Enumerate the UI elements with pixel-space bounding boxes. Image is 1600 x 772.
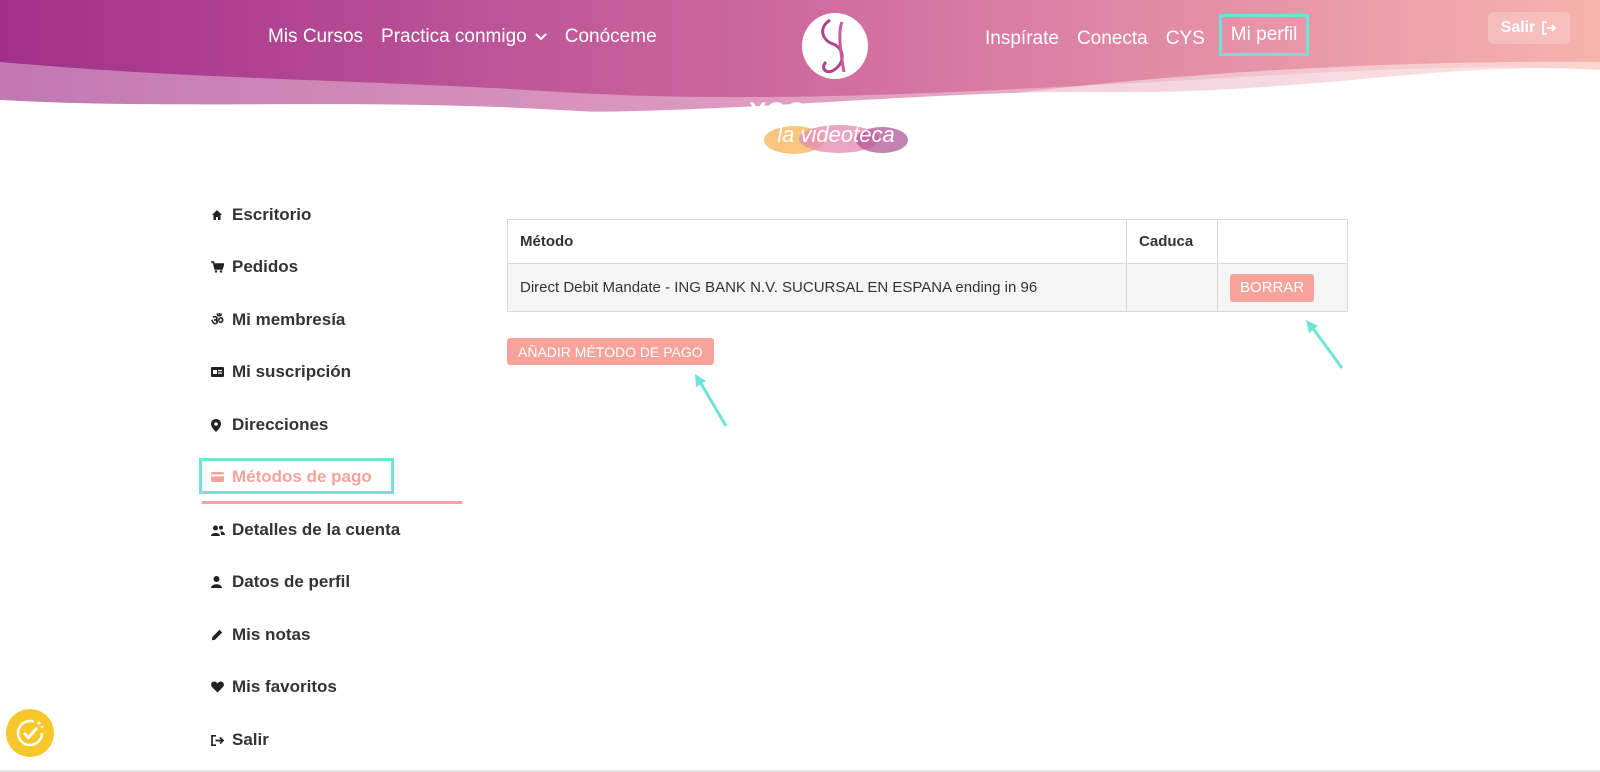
logo-mark-icon [802, 13, 868, 79]
user-icon [206, 576, 232, 588]
logo-subtitle: la videoteca [764, 122, 908, 156]
sidebar-item-mis-notas[interactable]: Mis notas [206, 620, 310, 650]
accessibility-widget-button[interactable] [6, 709, 54, 757]
nav-label: CYS [1165, 28, 1205, 49]
sidebar-item-detalles-de-la-cuenta[interactable]: Detalles de la cuenta [206, 515, 400, 545]
nav-inspirate[interactable]: Inspírate [976, 22, 1068, 56]
cart-icon [206, 261, 232, 273]
nav-conoceme[interactable]: Conóceme [556, 22, 666, 52]
nav-label: Conecta [1076, 28, 1148, 49]
id-card-icon [206, 367, 232, 377]
sidebar-item-mi-suscripcion[interactable]: Mi suscripción [206, 357, 351, 387]
sidebar-item-salir[interactable]: Salir [206, 725, 269, 755]
sidebar-item-mis-favoritos[interactable]: Mis favoritos [206, 672, 337, 702]
payment-method-cell: Direct Debit Mandate - ING BANK N.V. SUC… [506, 263, 1128, 312]
sidebar-item-label: Direcciones [232, 415, 329, 434]
nav-label: Mis Cursos [268, 26, 364, 47]
main-nav-left: Mis Cursos Practica conmigo Conóceme [262, 22, 666, 52]
home-icon [206, 209, 232, 221]
sidebar-item-pedidos[interactable]: Pedidos [206, 252, 298, 282]
sidebar-item-label: Métodos de pago [232, 467, 372, 486]
nav-mi-perfil[interactable]: Mi perfil [1218, 14, 1310, 56]
column-header-metodo: Método [506, 219, 1128, 264]
sidebar-item-datos-de-perfil[interactable]: Datos de perfil [206, 567, 350, 597]
map-pin-icon [206, 418, 232, 432]
sidebar-item-label: Mi suscripción [232, 362, 352, 381]
column-header-caduca: Caduca [1126, 219, 1219, 264]
sidebar-item-escritorio[interactable]: Escritorio [206, 200, 311, 230]
heart-icon [206, 681, 232, 693]
column-header-actions [1217, 219, 1348, 264]
sidebar-item-label: Mis favoritos [232, 677, 337, 696]
nav-conecta[interactable]: Conecta [1068, 22, 1157, 56]
checkmark-clock-icon [16, 719, 44, 747]
sidebar-item-label: Pedidos [232, 257, 299, 276]
nav-practica-conmigo[interactable]: Practica conmigo [372, 22, 556, 52]
header-logout-button[interactable]: Salir [1488, 12, 1570, 44]
site-header: Mis Cursos Practica conmigo Conóceme YOG… [0, 0, 1600, 160]
chevron-down-icon [535, 33, 547, 41]
sidebar-item-label: Detalles de la cuenta [232, 520, 401, 539]
sign-out-icon [206, 734, 232, 746]
yoga-salud-logo[interactable]: YOGA·SALUD la videoteca [748, 10, 924, 155]
delete-payment-method-button[interactable]: BORRAR [1230, 273, 1315, 302]
nav-label: Practica conmigo [381, 26, 527, 47]
table-row: Direct Debit Mandate - ING BANK N.V. SUC… [506, 263, 1348, 312]
active-item-underline [202, 501, 462, 504]
annotation-arrow-icon [695, 374, 728, 427]
logo-subtitle-text: la videoteca [777, 122, 895, 147]
credit-card-icon [206, 472, 232, 482]
sign-out-icon [1542, 21, 1557, 35]
nav-label: Conóceme [564, 26, 657, 47]
om-icon: ॐ [211, 311, 224, 328]
actions-cell: BORRAR [1217, 263, 1348, 312]
payment-methods-table: Método Caduca Direct Debit Mandate - ING… [506, 219, 1348, 312]
add-payment-method-button[interactable]: AÑADIR MÉTODO DE PAGO [507, 338, 714, 365]
nav-label: Inspírate [985, 28, 1059, 49]
pencil-icon [206, 629, 232, 641]
sidebar-item-mi-membresia[interactable]: ॐ Mi membresía [206, 305, 345, 335]
expiry-cell [1126, 263, 1219, 312]
nav-label: Mi perfil [1230, 24, 1298, 45]
nav-mis-cursos[interactable]: Mis Cursos [262, 22, 372, 52]
users-icon [206, 525, 232, 536]
sidebar-item-direcciones[interactable]: Direcciones [206, 410, 328, 440]
sidebar-item-metodos-de-pago[interactable]: Métodos de pago [206, 462, 372, 492]
sidebar-item-label: Escritorio [232, 205, 312, 224]
table-header-row: Método Caduca [506, 219, 1348, 264]
main-nav-right: Inspírate Conecta CYS Mi perfil [976, 14, 1310, 56]
nav-cys[interactable]: CYS [1157, 22, 1214, 56]
annotation-arrow-icon [1306, 320, 1344, 369]
sidebar-item-label: Salir [232, 730, 269, 749]
sidebar-item-label: Mis notas [232, 625, 311, 644]
sidebar-item-label: Datos de perfil [232, 572, 351, 591]
sidebar-item-label: Mi membresía [232, 310, 346, 329]
logout-label: Salir [1500, 19, 1536, 36]
